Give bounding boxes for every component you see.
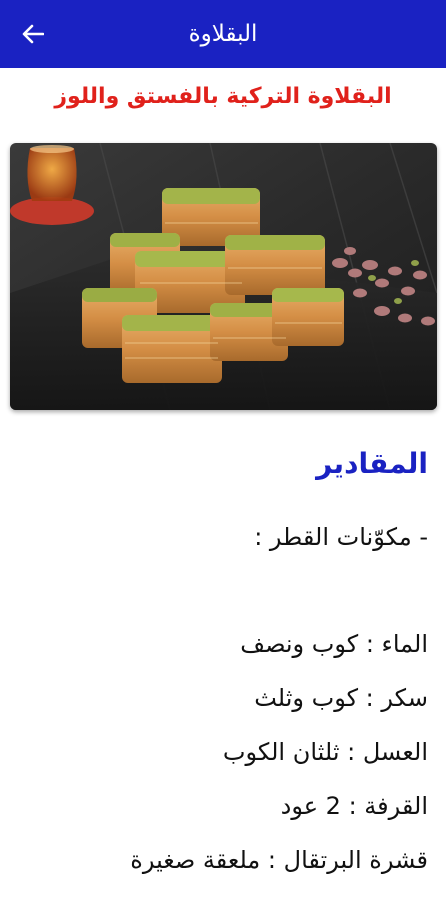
- ingredients-heading: المقادير: [316, 447, 428, 480]
- app-bar-title: البقلاوة: [188, 21, 258, 47]
- recipe-title: البقلاوة التركية بالفستق واللوز: [54, 84, 392, 109]
- recipe-image: [10, 143, 437, 410]
- list-item: القرفة : 2 عود: [280, 792, 428, 820]
- list-item: قشرة البرتقال : ملعقة صغيرة: [130, 846, 428, 874]
- list-item: سكر : كوب وثلث: [254, 684, 428, 712]
- list-item: الماء : كوب ونصف: [240, 630, 428, 658]
- app-bar: البقلاوة: [0, 0, 446, 68]
- list-item: العسل : ثلثان الكوب: [222, 738, 428, 766]
- list-item: - مكوّنات القطر :: [254, 523, 428, 551]
